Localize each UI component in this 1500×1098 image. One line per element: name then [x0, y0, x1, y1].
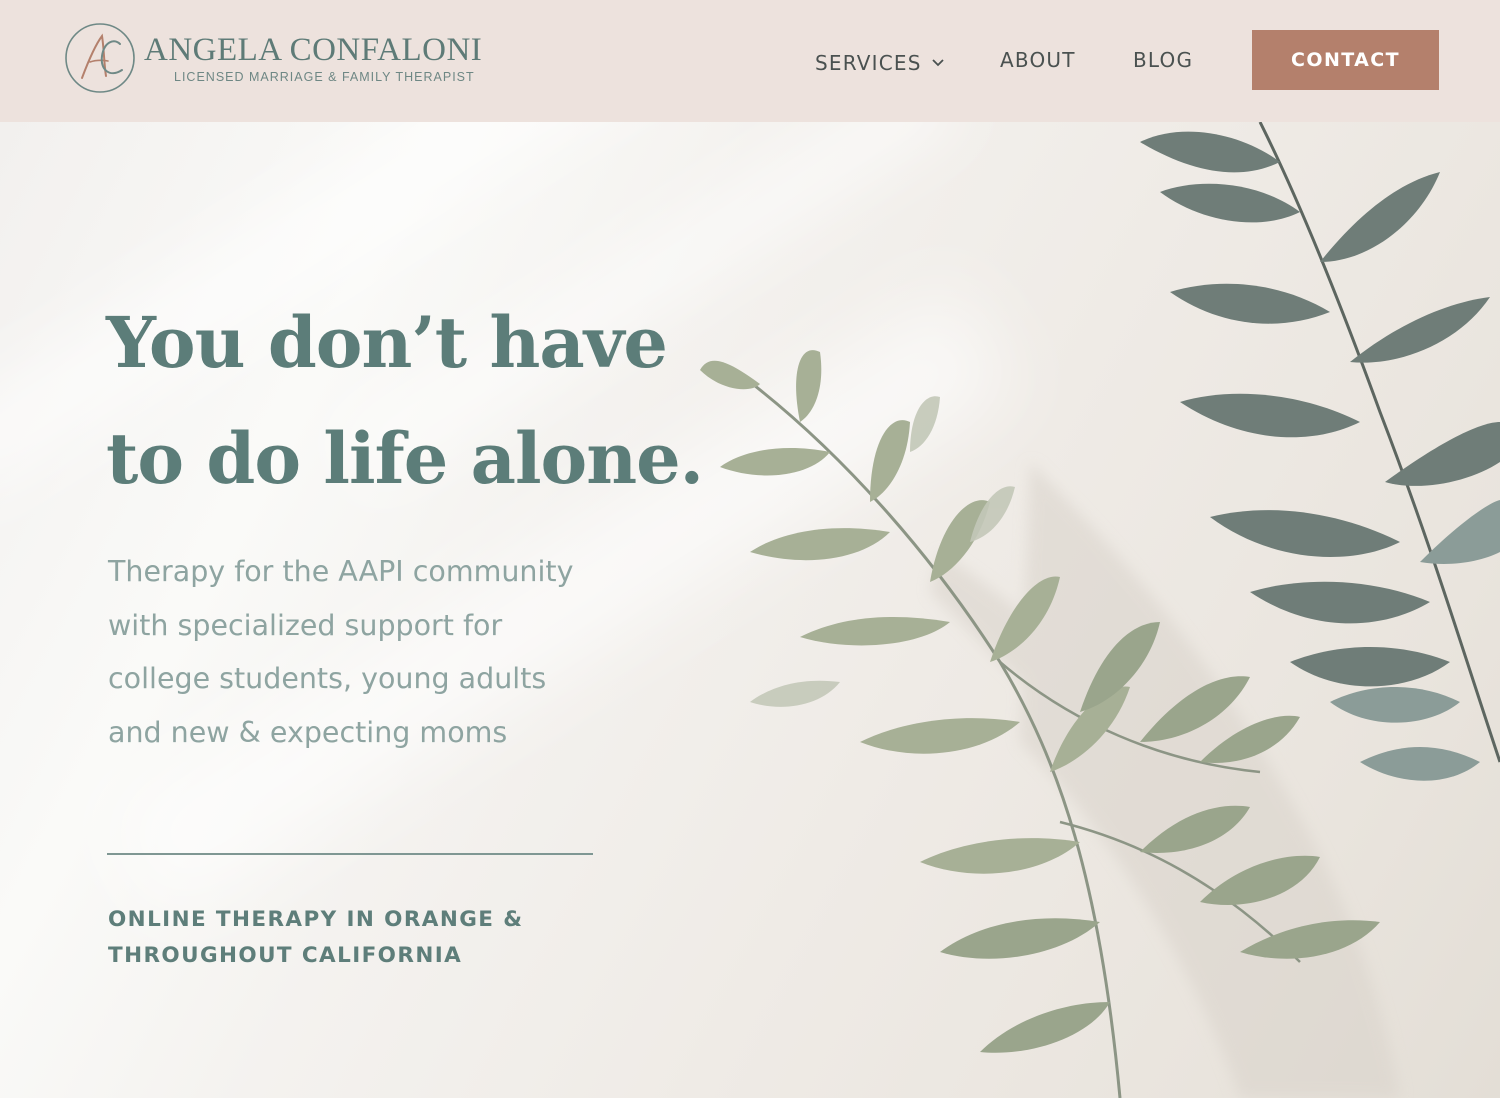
brand-tagline: LICENSED MARRIAGE & FAMILY THERAPIST	[174, 70, 475, 84]
nav-blog[interactable]: BLOG	[1133, 48, 1193, 72]
divider	[107, 853, 593, 855]
site-header: ANGELA CONFALONI LICENSED MARRIAGE & FAM…	[0, 0, 1500, 122]
hero-headline-line2: to do life alone.	[106, 417, 704, 500]
nav-services[interactable]: SERVICES	[815, 48, 944, 75]
chevron-down-icon	[931, 48, 944, 72]
contact-button[interactable]: CONTACT	[1252, 30, 1439, 90]
nav-about[interactable]: ABOUT	[1000, 48, 1076, 72]
monogram-icon	[65, 23, 135, 93]
site-logo[interactable]: ANGELA CONFALONI LICENSED MARRIAGE & FAM…	[64, 22, 504, 98]
hero-headline: You don’t have to do life alone.	[106, 285, 704, 517]
hero-subtext: Therapy for the AAPI community with spec…	[108, 555, 574, 749]
brand-name: ANGELA CONFALONI	[144, 32, 483, 68]
location-line1: ONLINE THERAPY IN ORANGE &	[108, 907, 524, 932]
location-text: ONLINE THERAPY IN ORANGE & THROUGHOUT CA…	[108, 902, 588, 974]
hero-section: You don’t have to do life alone. Therapy…	[0, 122, 1500, 1098]
hero-headline-line1: You don’t have	[106, 301, 668, 384]
nav-services-label: SERVICES	[815, 51, 922, 75]
olive-leaves-image	[700, 122, 1500, 1098]
location-line2: THROUGHOUT CALIFORNIA	[108, 943, 463, 968]
